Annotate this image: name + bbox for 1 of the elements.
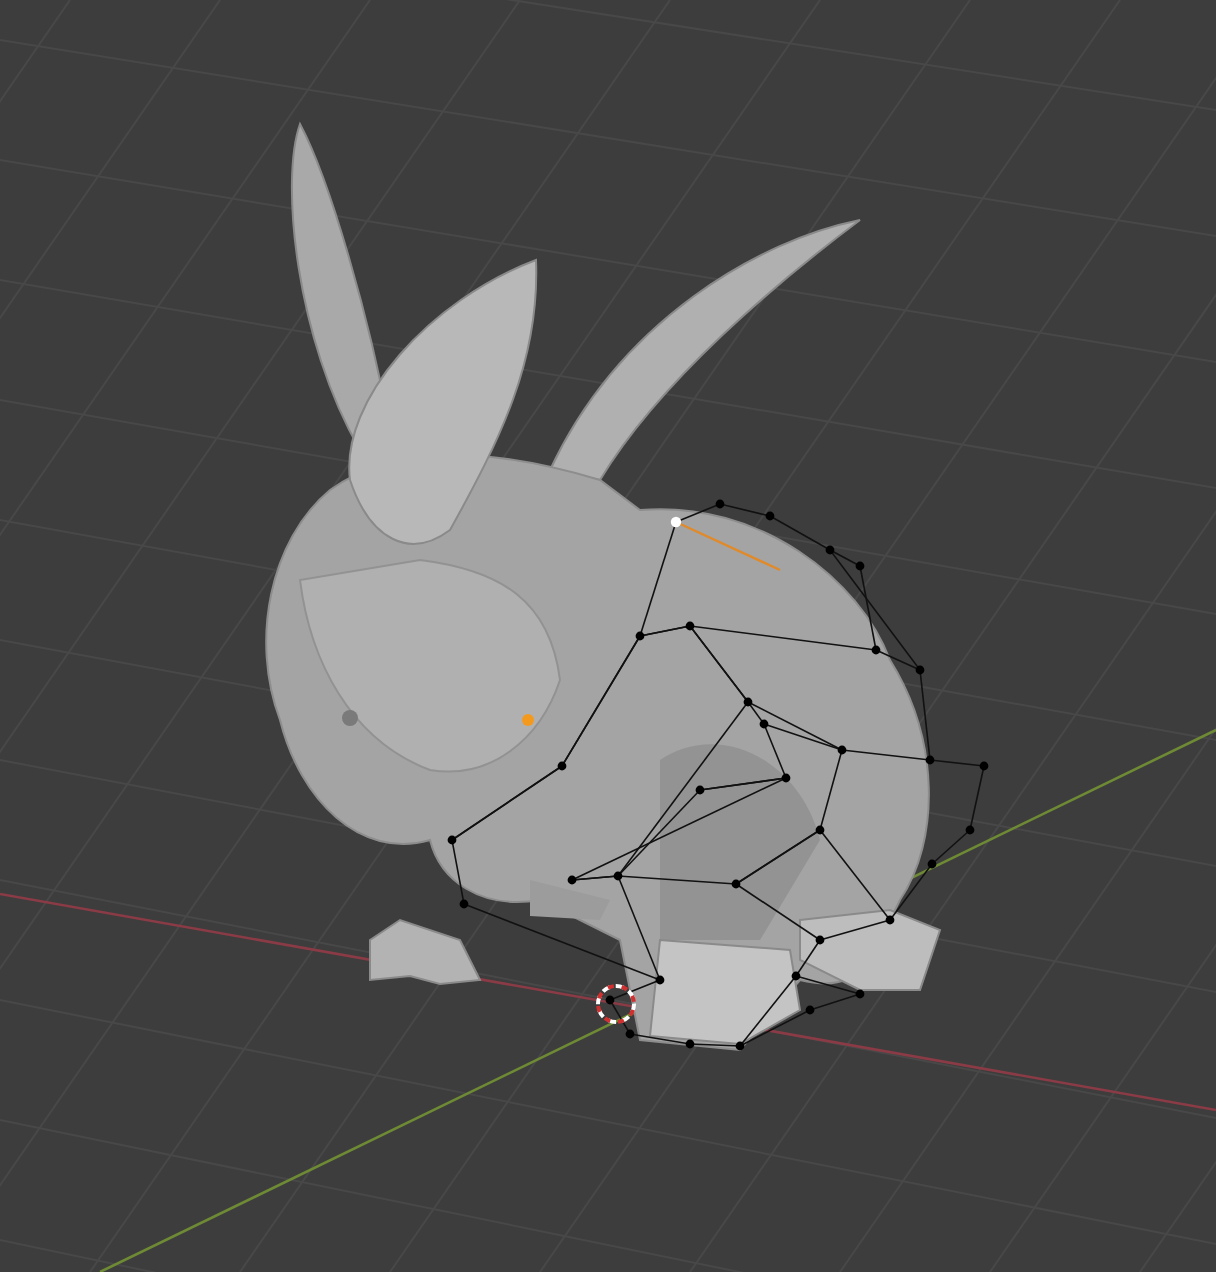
3d-cursor-icon	[596, 984, 636, 1024]
